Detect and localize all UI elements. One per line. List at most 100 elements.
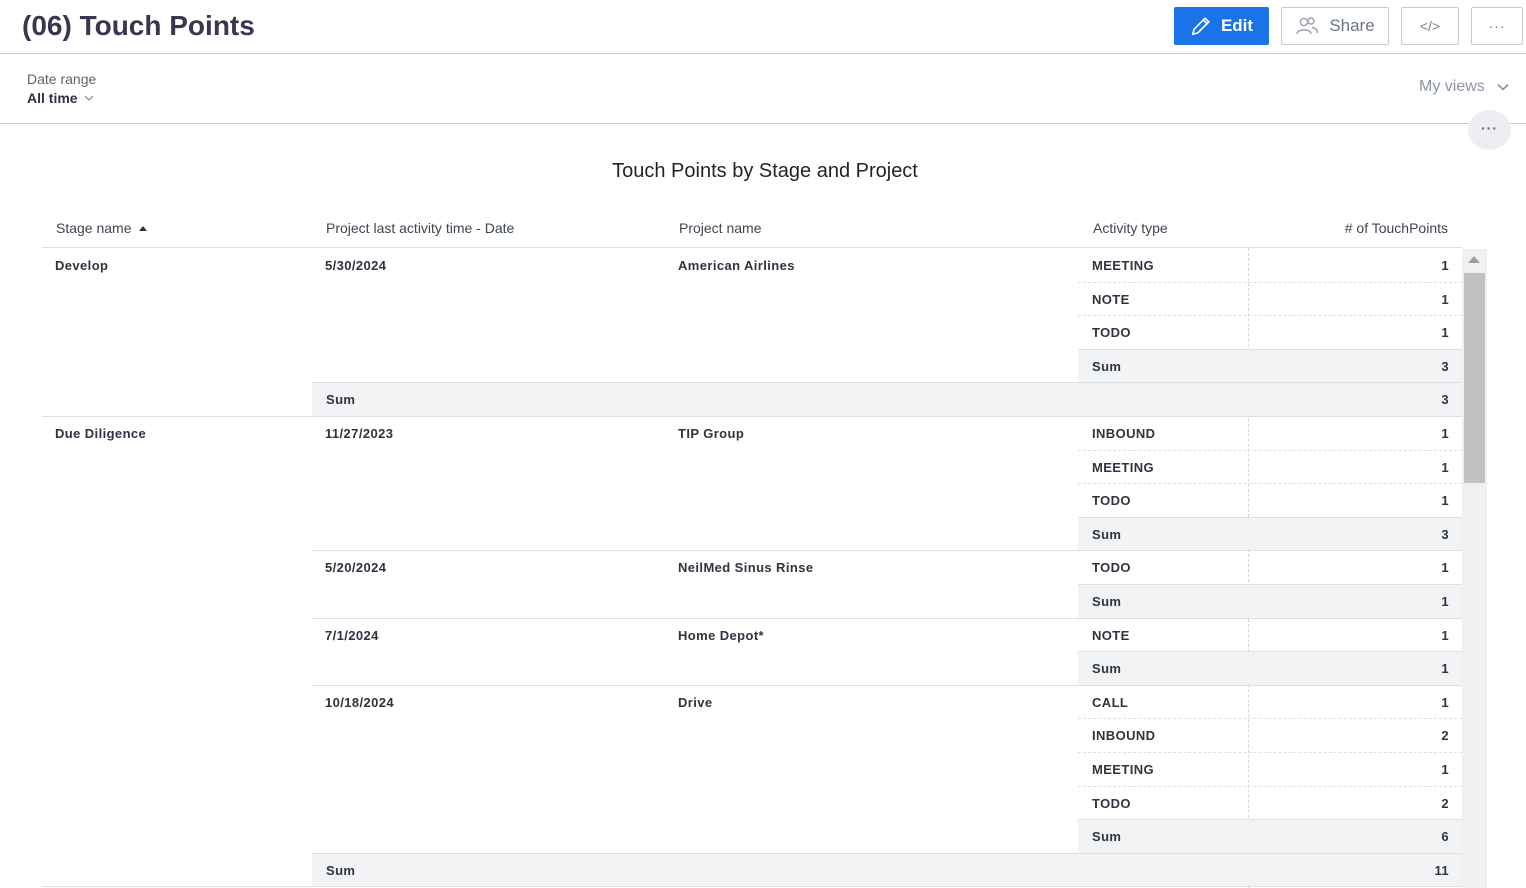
- project-divider: [312, 617, 1462, 619]
- touchpoints-count-cell: 1: [1441, 291, 1449, 307]
- my-views-label: My views: [1419, 78, 1485, 95]
- touchpoints-count-cell: 2: [1441, 728, 1449, 744]
- touchpoints-count-cell: 2: [1441, 795, 1449, 811]
- pencil-icon: [1191, 17, 1210, 36]
- touchpoints-count-cell: 1: [1441, 258, 1449, 273]
- row-divider: [1078, 752, 1462, 753]
- subtotal-label: Sum: [1092, 829, 1122, 845]
- column-header-label: Stage name: [56, 220, 132, 236]
- row-divider: [1078, 483, 1462, 485]
- column-header-activity-type[interactable]: Activity type: [1093, 220, 1168, 236]
- row-divider: [1078, 348, 1462, 350]
- scroll-up-arrow-icon[interactable]: [1468, 256, 1480, 263]
- project-name-cell: TIP Group: [678, 426, 745, 441]
- edit-button-label: Edit: [1220, 16, 1254, 35]
- project-name-cell: NeilMed Sinus Rinse: [678, 560, 814, 576]
- activity-type-cell: TODO: [1092, 560, 1131, 576]
- touchpoints-count-cell: 1: [1441, 762, 1449, 777]
- stage-subtotal-value: 3: [1441, 392, 1449, 408]
- activity-type-cell: INBOUND: [1092, 426, 1156, 441]
- stage-subtotal-label: Sum: [326, 392, 356, 408]
- project-date-cell: 5/30/2024: [325, 258, 387, 273]
- embed-button[interactable]: </>: [1401, 7, 1459, 45]
- touchpoints-count-cell: 1: [1441, 426, 1449, 441]
- touchpoints-count-cell: 1: [1441, 459, 1449, 475]
- activity-type-cell: CALL: [1092, 694, 1129, 710]
- subtotal-value: 3: [1441, 358, 1449, 374]
- column-header-touchpoints[interactable]: # of TouchPoints: [1288, 220, 1448, 236]
- ellipsis-icon: ···: [1488, 18, 1506, 34]
- row-divider: [1078, 449, 1462, 451]
- edit-button[interactable]: Edit: [1174, 7, 1269, 45]
- subtotal-label: Sum: [1092, 594, 1122, 609]
- share-button[interactable]: Share: [1281, 7, 1389, 45]
- row-divider: [312, 852, 1462, 854]
- touchpoints-count-cell: 1: [1441, 560, 1449, 576]
- touchpoints-count-cell: 1: [1441, 493, 1449, 509]
- subtotal-label: Sum: [1092, 661, 1122, 677]
- activity-type-cell: TODO: [1092, 493, 1131, 509]
- stage-name-cell: Develop: [55, 258, 109, 273]
- project-date-cell: 11/27/2023: [325, 426, 394, 441]
- project-divider: [312, 550, 1462, 552]
- row-divider: [1078, 785, 1462, 787]
- touchpoints-count-cell: 1: [1441, 325, 1449, 341]
- project-date-cell: 7/1/2024: [325, 627, 379, 643]
- activity-type-cell: MEETING: [1092, 258, 1155, 273]
- stage-divider: [42, 886, 1462, 888]
- project-date-cell: 5/20/2024: [325, 560, 387, 576]
- column-header-project-name[interactable]: Project name: [679, 220, 761, 236]
- activity-type-cell: MEETING: [1092, 459, 1155, 475]
- subtotal-value: 1: [1441, 594, 1449, 609]
- share-button-label: Share: [1329, 16, 1375, 35]
- activity-type-cell: INBOUND: [1092, 728, 1156, 744]
- activity-type-cell: NOTE: [1092, 627, 1130, 643]
- chevron-down-icon: [1497, 83, 1509, 91]
- chevron-down-icon: [84, 95, 94, 101]
- row-divider: [1078, 819, 1462, 821]
- stage-divider: [42, 416, 1462, 417]
- stage-subtotal-label: Sum: [326, 862, 356, 878]
- subtotal-label: Sum: [1092, 526, 1122, 542]
- filter-bar: Date range All time My views: [0, 55, 1526, 124]
- date-range-label: Date range: [27, 71, 97, 87]
- row-divider: [1078, 718, 1462, 720]
- activity-type-cell: TODO: [1092, 795, 1131, 811]
- project-name-cell: Home Depot*: [678, 627, 765, 643]
- subtotal-value: 1: [1441, 661, 1449, 677]
- scrollbar-thumb[interactable]: [1464, 273, 1485, 483]
- top-bar: (06) Touch Points Edit Share </> ···: [0, 0, 1526, 54]
- date-range-dropdown[interactable]: All time: [27, 90, 94, 106]
- project-name-cell: Drive: [678, 694, 713, 710]
- subtotal-value: 3: [1441, 526, 1449, 542]
- ellipsis-icon: ···: [1481, 120, 1498, 136]
- project-date-cell: 10/18/2024: [325, 694, 395, 710]
- more-options-button[interactable]: ···: [1471, 7, 1523, 45]
- code-icon: </>: [1419, 18, 1441, 34]
- row-divider: [312, 382, 1462, 384]
- stage-name-cell: Due Diligence: [55, 426, 147, 441]
- project-divider: [312, 684, 1462, 686]
- row-divider: [1078, 516, 1462, 518]
- column-header-date[interactable]: Project last activity time - Date: [326, 220, 514, 236]
- activity-type-cell: TODO: [1092, 325, 1131, 341]
- page-title: (06) Touch Points: [22, 10, 255, 41]
- row-divider: [1078, 281, 1462, 283]
- column-header-stage-name[interactable]: Stage name: [56, 220, 148, 236]
- row-divider: [1078, 315, 1462, 317]
- column-divider: [1248, 248, 1249, 888]
- row-divider: [1078, 651, 1462, 653]
- touchpoints-count-cell: 1: [1441, 694, 1449, 710]
- subtotal-value: 6: [1441, 829, 1449, 845]
- activity-type-cell: MEETING: [1092, 762, 1155, 777]
- subtotal-label: Sum: [1092, 358, 1122, 374]
- row-divider: [1078, 584, 1462, 585]
- users-icon: [1296, 17, 1319, 35]
- widget-more-button[interactable]: ···: [1468, 110, 1511, 150]
- my-views-dropdown[interactable]: My views: [1419, 78, 1509, 96]
- touchpoints-count-cell: 1: [1441, 627, 1449, 643]
- activity-type-cell: NOTE: [1092, 291, 1130, 307]
- date-range-value: All time: [27, 90, 78, 106]
- report-title: Touch Points by Stage and Project: [612, 160, 918, 182]
- project-name-cell: American Airlines: [678, 258, 795, 273]
